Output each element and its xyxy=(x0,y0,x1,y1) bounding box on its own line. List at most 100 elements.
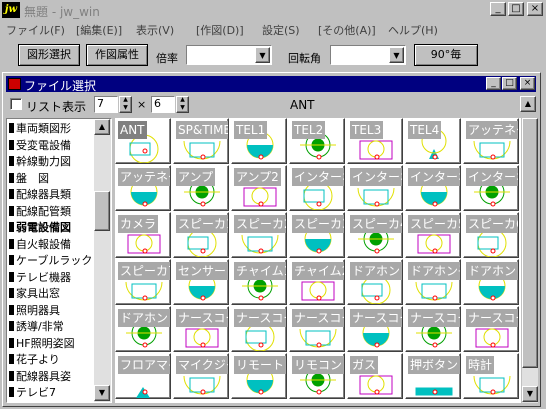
symbol-cell[interactable]: TEL4 xyxy=(405,118,461,164)
rows-spinner[interactable]: ▲ ▼ xyxy=(176,96,189,113)
symbol-cell[interactable]: ナースコール xyxy=(347,306,403,352)
symbol-cell[interactable]: ドアホン xyxy=(115,306,171,352)
menu-view[interactable]: 表示(V) xyxy=(136,22,174,38)
scale-combo[interactable]: ▼ xyxy=(186,45,272,65)
symbol-cell[interactable]: 時計 xyxy=(463,353,519,399)
symbol-label: チャイム2 xyxy=(292,262,344,280)
symbol-cell[interactable]: ドアホン xyxy=(347,259,403,305)
chevron-down-icon[interactable]: ▼ xyxy=(389,47,404,63)
symbol-cell[interactable]: フロアマイク xyxy=(115,353,171,399)
symbol-cell[interactable]: チャイム1 xyxy=(231,259,287,305)
symbol-cell[interactable]: TEL3 xyxy=(347,118,403,164)
symbol-label: ドアホン xyxy=(350,262,402,280)
folder-item[interactable]: 盤 図 xyxy=(9,171,49,186)
scroll-up-button[interactable]: ▲ xyxy=(94,119,110,135)
chevron-down-icon[interactable]: ▼ xyxy=(177,105,188,113)
symbol-cell[interactable]: スピーカ6 xyxy=(463,212,519,258)
symbol-cell[interactable]: TEL1 xyxy=(231,118,287,164)
columns-spinner[interactable]: ▲ ▼ xyxy=(119,96,132,113)
folder-item[interactable]: 弱電設備図 xyxy=(9,220,71,235)
symbol-cell[interactable]: ナースコール xyxy=(289,306,345,352)
symbol-cell[interactable]: ナースコール xyxy=(231,306,287,352)
symbol-cell[interactable]: 押ボタン xyxy=(405,353,461,399)
symbol-cell[interactable]: ドアホン子 xyxy=(405,259,461,305)
symbol-cell[interactable]: リモコン xyxy=(289,353,345,399)
rotate-90-button[interactable]: 90°毎 xyxy=(414,44,478,66)
symbol-cell[interactable]: カメラ xyxy=(115,212,171,258)
scroll-down-button[interactable]: ▼ xyxy=(94,385,110,401)
folder-item[interactable]: HF照明姿図 xyxy=(9,336,75,351)
symbol-cell[interactable]: センサー xyxy=(173,259,229,305)
menu-file[interactable]: ファイル(F) xyxy=(6,22,65,38)
folder-item[interactable]: ケーブルラック xyxy=(9,253,92,268)
folder-item[interactable]: テレビ機器 xyxy=(9,270,71,285)
symbol-cell[interactable]: マイクジャック xyxy=(173,353,229,399)
symbol-label: ナースコール xyxy=(408,309,460,327)
folder-item[interactable]: 配線配管類 xyxy=(9,204,71,219)
symbol-cell[interactable]: ナースコール xyxy=(173,306,229,352)
folder-scrollbar[interactable]: ▲ ▼ xyxy=(94,119,111,402)
folder-item[interactable]: 配線器具類 xyxy=(9,187,71,202)
symbol-cell[interactable]: スピーカ1 xyxy=(173,212,229,258)
symbol-cell[interactable]: インターホン xyxy=(289,165,345,211)
symbol-cell[interactable]: TEL2 xyxy=(289,118,345,164)
folder-item[interactable]: 家具出窓 xyxy=(9,286,60,301)
close-button[interactable]: × xyxy=(527,2,543,16)
folder-item[interactable]: 配線器具姿 xyxy=(9,369,71,384)
figure-select-button[interactable]: 図形選択 xyxy=(18,44,80,66)
symbol-cell[interactable]: ドアホン xyxy=(463,259,519,305)
symbol-cell[interactable]: インターホン xyxy=(463,165,519,211)
folder-item[interactable]: 幹線動力図 xyxy=(9,154,71,169)
symbol-cell[interactable]: ANT xyxy=(115,118,171,164)
symbol-cell[interactable]: インターホン xyxy=(347,165,403,211)
scroll-thumb[interactable] xyxy=(522,118,538,368)
scroll-up-button[interactable]: ▲ xyxy=(520,96,536,112)
chevron-down-icon[interactable]: ▼ xyxy=(120,105,131,113)
maximize-button[interactable]: □ xyxy=(508,2,524,16)
symbol-cell[interactable]: スピーカ3 xyxy=(289,212,345,258)
menu-settings[interactable]: 設定(S) xyxy=(262,22,300,38)
menu-help[interactable]: ヘルプ(H) xyxy=(388,22,438,38)
symbol-cell[interactable]: リモート xyxy=(231,353,287,399)
symbol-cell[interactable]: スピーカ2 xyxy=(231,212,287,258)
symbol-cell[interactable]: ナースコール xyxy=(405,306,461,352)
folder-item[interactable]: 車両類図形 xyxy=(9,121,71,136)
chevron-down-icon[interactable]: ▼ xyxy=(255,47,270,63)
child-maximize-button[interactable]: □ xyxy=(502,77,517,90)
symbol-cell[interactable]: スピーカ7 xyxy=(115,259,171,305)
minimize-button[interactable]: _ xyxy=(490,2,506,16)
symbol-cell[interactable]: アッテネータ xyxy=(115,165,171,211)
folder-item[interactable]: 花子より xyxy=(9,352,60,367)
folder-item[interactable]: 照明器具 xyxy=(9,303,60,318)
draw-attribute-button[interactable]: 作図属性 xyxy=(86,44,148,66)
symbol-cell[interactable]: チャイム2 xyxy=(289,259,345,305)
grid-scrollbar[interactable]: ▼ xyxy=(522,118,538,403)
symbol-cell[interactable]: ナースコール xyxy=(463,306,519,352)
symbol-cell[interactable]: アンプ2 xyxy=(231,165,287,211)
symbol-cell[interactable]: インターホン xyxy=(405,165,461,211)
symbol-cell[interactable]: アッテネータ xyxy=(463,118,519,164)
rotation-combo[interactable]: ▼ xyxy=(330,45,406,65)
folder-item[interactable]: 誘導/非常 xyxy=(9,319,64,334)
scroll-down-button[interactable]: ▼ xyxy=(522,386,538,402)
folder-item[interactable]: テレビ7 xyxy=(9,385,56,400)
child-minimize-button[interactable]: _ xyxy=(486,77,501,90)
symbol-cell[interactable]: スピーカ4 xyxy=(347,212,403,258)
title-bar: jw 無題 - jw_win _ □ × xyxy=(0,0,546,20)
menu-edit[interactable]: [編集(E)] xyxy=(76,22,122,38)
symbol-cell[interactable]: スピーカ5 xyxy=(405,212,461,258)
folder-item[interactable]: 自火報設備 xyxy=(9,237,71,252)
symbol-label: スピーカ6 xyxy=(466,215,518,233)
symbol-cell[interactable]: SP&TIME xyxy=(173,118,229,164)
symbol-cell[interactable]: アンプ xyxy=(173,165,229,211)
menu-draw[interactable]: [作図(D)] xyxy=(196,22,244,38)
menu-other[interactable]: [その他(A)] xyxy=(318,22,376,38)
columns-input[interactable]: 7 xyxy=(94,96,118,113)
scroll-thumb[interactable] xyxy=(94,191,110,231)
symbol-cell[interactable]: ガス xyxy=(347,353,403,399)
rows-input[interactable]: 6 xyxy=(151,96,175,113)
folder-item[interactable]: 受変電設備 xyxy=(9,138,71,153)
child-close-button[interactable]: × xyxy=(520,77,535,90)
list-view-checkbox[interactable] xyxy=(10,98,22,110)
symbol-label: スピーカ4 xyxy=(350,215,402,233)
